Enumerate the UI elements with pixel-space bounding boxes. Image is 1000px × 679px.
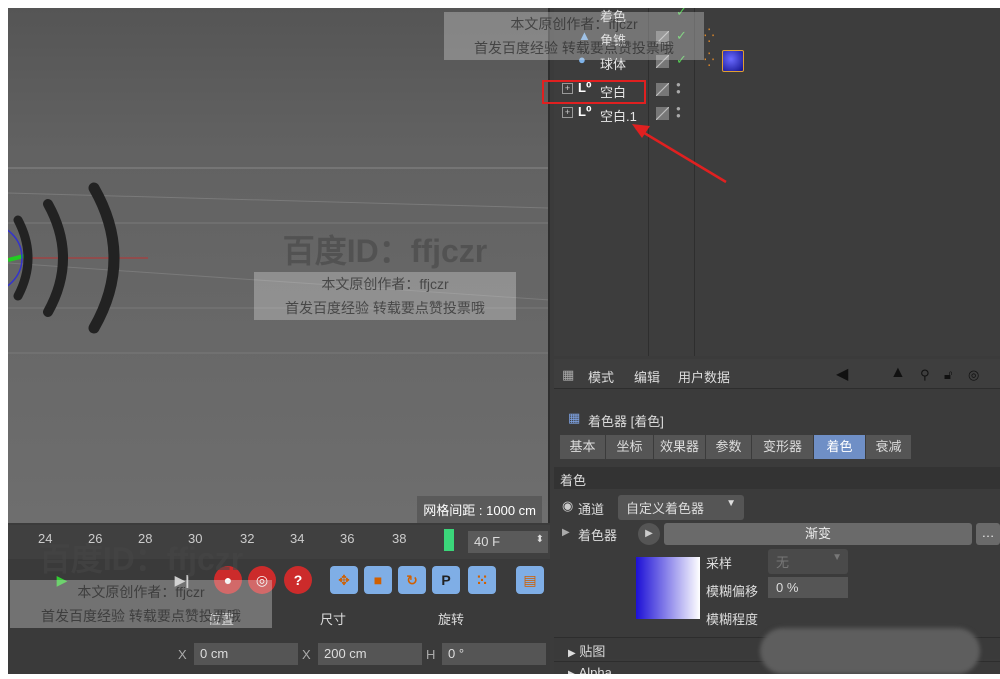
shader-menu-icon[interactable]: ▶ bbox=[638, 523, 660, 545]
attribute-manager: ▦ 模式 编辑 用户数据 ◀ ▲ ⚲ 🔓︎ ◎ ▦ 着色器 [着色] 基本 坐标… bbox=[554, 359, 1000, 674]
position-x-field[interactable]: 0 cm bbox=[194, 643, 298, 665]
record-key-icon[interactable]: ● bbox=[214, 566, 242, 594]
tab-parameter[interactable]: 参数 bbox=[706, 435, 752, 459]
grid-icon: ▦ bbox=[562, 367, 575, 382]
tab-falloff[interactable]: 衰减 bbox=[866, 435, 912, 459]
tab-coord[interactable]: 坐标 bbox=[606, 435, 654, 459]
rotate-key-icon[interactable]: ↻ bbox=[398, 566, 426, 594]
lock-icon[interactable]: 🔓︎ bbox=[944, 367, 952, 383]
up-arrow-icon[interactable]: ▲ bbox=[890, 364, 906, 382]
transport-toolbar: ▶ ▶| ● ◎ ? ✥ ■ ↻ P ⁙ ▤ bbox=[8, 559, 550, 599]
size-axis-label: X bbox=[302, 647, 311, 662]
radio-icon[interactable]: ◉ bbox=[562, 498, 573, 514]
timeline-window-icon[interactable]: ▤ bbox=[516, 566, 544, 594]
expand-arrow-icon[interactable]: ▶ bbox=[562, 527, 570, 538]
timeline-tick: 38 bbox=[392, 531, 407, 546]
sampling-label: 采样 bbox=[706, 556, 733, 571]
menu-user-data[interactable]: 用户数据 bbox=[678, 367, 730, 386]
move-key-icon[interactable]: ✥ bbox=[330, 566, 358, 594]
blur-offset-field[interactable]: 0 % bbox=[768, 577, 848, 598]
tab-effector[interactable]: 效果器 bbox=[654, 435, 706, 459]
chevron-down-icon: ▼ bbox=[726, 498, 736, 509]
annotation-arrow bbox=[632, 124, 727, 184]
keyframe-selection-icon[interactable]: ? bbox=[284, 566, 312, 594]
shader-label: 着色器 bbox=[578, 528, 618, 543]
menu-edit[interactable]: 编辑 bbox=[634, 367, 660, 386]
texture-label: 贴图 bbox=[579, 644, 606, 659]
timeline-ruler[interactable]: 24 26 28 30 32 34 36 38 40 F ⬍ bbox=[8, 525, 550, 559]
menu-mode[interactable]: 模式 bbox=[588, 367, 614, 386]
current-frame-field[interactable]: 40 F ⬍ bbox=[468, 531, 548, 553]
channel-dropdown[interactable]: 自定义着色器 ▼ bbox=[618, 495, 744, 520]
tab-shading[interactable]: 着色 bbox=[814, 435, 866, 459]
alpha-label: Alpha bbox=[578, 665, 612, 674]
blur-degree-label: 模糊程度 bbox=[706, 612, 759, 627]
timeline-tick: 32 bbox=[240, 531, 255, 546]
gradient-shader-button[interactable]: 渐变 bbox=[664, 523, 972, 545]
attribute-menu-bar: ▦ 模式 编辑 用户数据 ◀ ▲ ⚲ 🔓︎ ◎ bbox=[554, 359, 1000, 389]
c4d-window: 网格间距 : 1000 cm 24 26 28 30 32 34 36 38 4… bbox=[8, 8, 1000, 674]
timeline-tick: 30 bbox=[188, 531, 203, 546]
timeline-tick: 36 bbox=[340, 531, 355, 546]
position-header: 位置 bbox=[208, 612, 235, 627]
param-key-icon[interactable]: P bbox=[432, 566, 460, 594]
rotation-header: 旋转 bbox=[438, 612, 465, 627]
timeline-tick: 34 bbox=[290, 531, 305, 546]
autokey-icon[interactable]: ◎ bbox=[248, 566, 276, 594]
blur-offset-label: 模糊偏移 bbox=[706, 584, 759, 599]
goto-end-icon[interactable]: ▶| bbox=[168, 566, 196, 594]
current-frame-value: 40 F bbox=[474, 534, 501, 549]
attribute-title: 着色器 [着色] bbox=[588, 414, 664, 429]
more-options-button[interactable]: … bbox=[976, 523, 1000, 545]
size-header: 尺寸 bbox=[320, 612, 347, 627]
coordinates-panel: 位置 尺寸 旋转 X 0 cm X 200 cm H 0 ° bbox=[8, 599, 550, 674]
viewport-scene bbox=[8, 167, 548, 354]
playhead-marker[interactable] bbox=[444, 529, 454, 551]
sampling-value: 无 bbox=[776, 555, 790, 570]
tab-deformer[interactable]: 变形器 bbox=[752, 435, 814, 459]
annotation-highlight-box bbox=[542, 80, 646, 104]
back-arrow-icon[interactable]: ◀ bbox=[836, 364, 848, 384]
grid-spacing-readout: 网格间距 : 1000 cm bbox=[417, 496, 542, 523]
sampling-dropdown[interactable]: 无 ▼ bbox=[768, 549, 848, 574]
scale-key-icon[interactable]: ■ bbox=[364, 566, 392, 594]
gradient-preview[interactable] bbox=[636, 557, 700, 619]
tab-basic[interactable]: 基本 bbox=[560, 435, 606, 459]
rotation-h-field[interactable]: 0 ° bbox=[442, 643, 546, 665]
pla-key-icon[interactable]: ⁙ bbox=[468, 566, 496, 594]
channel-label: 通道 bbox=[578, 502, 605, 517]
3d-viewport[interactable]: 网格间距 : 1000 cm bbox=[8, 8, 550, 523]
spinner-icon[interactable]: ⬍ bbox=[536, 534, 544, 545]
object-manager: 着色 ✓ ▲ 角锥 ✓ ⁛ ● 球体 ✓ ⁛ + L⁰ 空白 ●● + L⁰ bbox=[554, 8, 1000, 356]
rotation-axis-label: H bbox=[426, 647, 436, 662]
shader-effector-icon: ▦ bbox=[568, 410, 581, 425]
section-header: 着色 bbox=[554, 467, 1000, 489]
timeline-tick: 28 bbox=[138, 531, 153, 546]
expand-arrow-icon: ▶ bbox=[568, 669, 576, 674]
position-axis-label: X bbox=[178, 647, 187, 662]
timeline-tick: 24 bbox=[38, 531, 53, 546]
redaction-blur bbox=[760, 628, 980, 674]
target-icon[interactable]: ◎ bbox=[968, 367, 979, 383]
channel-value: 自定义着色器 bbox=[626, 501, 705, 516]
play-icon[interactable]: ▶ bbox=[48, 566, 76, 594]
size-x-field[interactable]: 200 cm bbox=[318, 643, 422, 665]
chevron-down-icon: ▼ bbox=[832, 552, 842, 563]
timeline-tick: 26 bbox=[88, 531, 103, 546]
search-icon[interactable]: ⚲ bbox=[920, 367, 930, 383]
expand-arrow-icon: ▶ bbox=[568, 648, 576, 659]
